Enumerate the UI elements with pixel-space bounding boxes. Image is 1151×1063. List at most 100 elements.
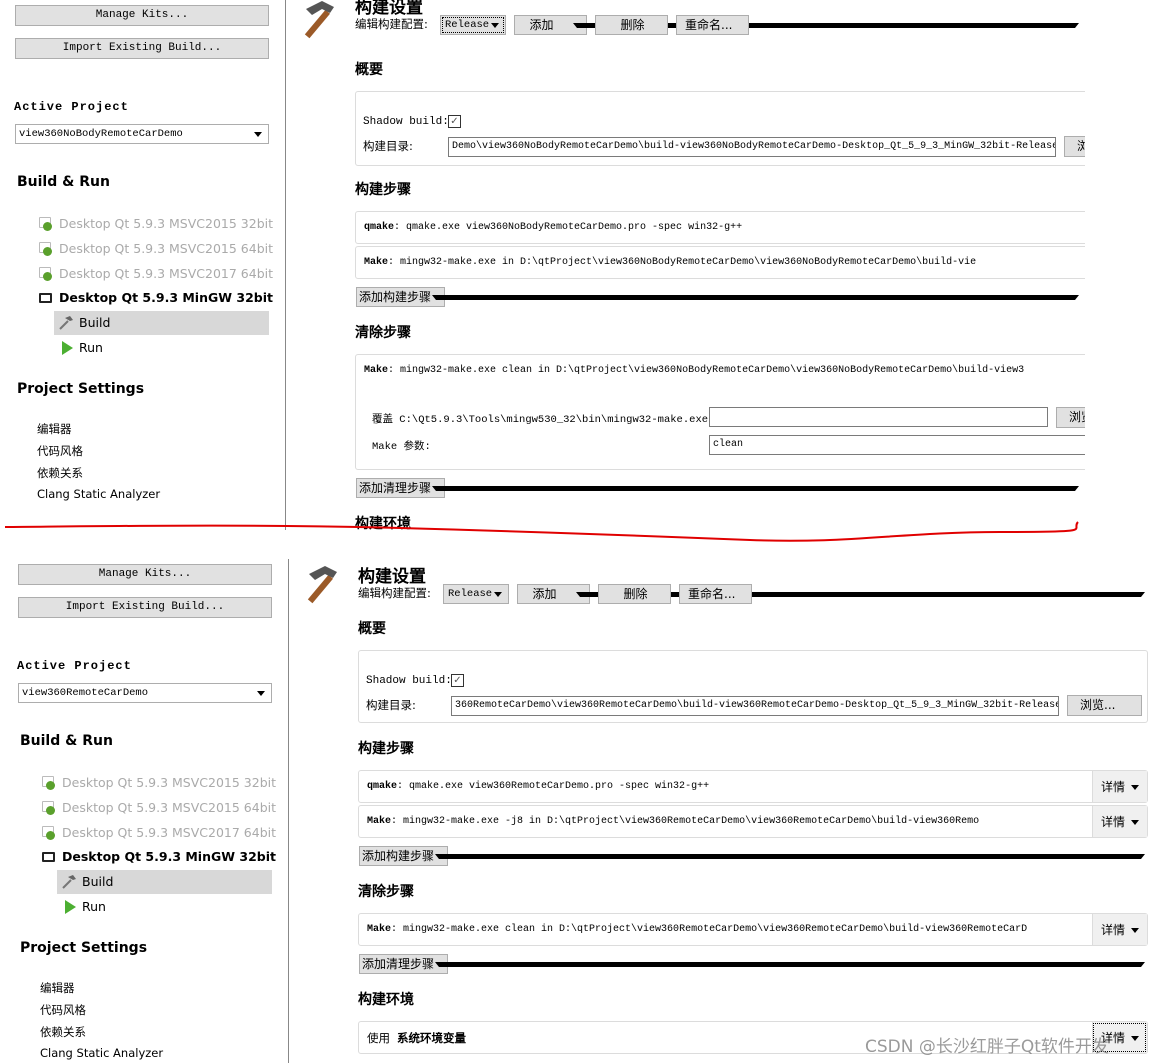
kit-add-icon xyxy=(42,826,55,840)
chevron-down-icon xyxy=(432,295,1079,300)
override-input[interactable] xyxy=(709,407,1048,427)
red-separator-line xyxy=(4,521,1079,542)
clean-step-row[interactable]: Make: mingw32-make.exe clean in D:\qtPro… xyxy=(358,913,1148,946)
build-step-row[interactable]: Make: mingw32-make.exe in D:\qtProject\v… xyxy=(355,246,1085,279)
shadow-build-label: Shadow build: xyxy=(366,675,452,687)
shadow-build-checkbox[interactable]: ✓ xyxy=(451,674,464,687)
import-build-button[interactable]: Import Existing Build... xyxy=(18,597,272,618)
clean-step-row[interactable]: Make: mingw32-make.exe clean in D:\qtPro… xyxy=(355,354,1085,470)
build-step-row[interactable]: qmake: qmake.exe view360RemoteCarDemo.pr… xyxy=(358,770,1148,803)
clean-steps-heading: 清除步骤 xyxy=(358,884,414,900)
panel-before: Manage Kits... Import Existing Build... Ac… xyxy=(0,0,1085,530)
sidebar-settings-item[interactable]: 编辑器 xyxy=(40,980,75,996)
sidebar-divider xyxy=(285,0,286,530)
kit-add-icon xyxy=(39,242,52,256)
edit-config-label: 编辑构建配置: xyxy=(358,586,431,600)
manage-kits-button[interactable]: Manage Kits... xyxy=(18,564,272,585)
build-steps-heading: 构建步骤 xyxy=(355,182,411,198)
sidebar-kit-item[interactable]: Desktop Qt 5.9.3 MSVC2017 64bit xyxy=(59,266,273,281)
sidebar-kit-item[interactable]: Desktop Qt 5.9.3 MSVC2015 64bit xyxy=(59,241,273,256)
panel-after: Manage Kits... Import Existing Build... Ac… xyxy=(3,559,1151,1063)
clean-step-name: Make xyxy=(364,365,389,376)
build-step-command: : qmake.exe view360NoBodyRemoteCarDemo.p… xyxy=(394,222,743,233)
build-step-name: Make xyxy=(367,816,392,827)
sidebar-settings-item[interactable]: 代码风格 xyxy=(40,1002,86,1018)
sidebar-kit-active[interactable]: Desktop Qt 5.9.3 MinGW 32bit xyxy=(59,290,273,305)
sidebar-settings-item[interactable]: Clang Static Analyzer xyxy=(37,487,160,501)
config-combo[interactable]: Release xyxy=(440,15,506,35)
kit-add-icon xyxy=(42,801,55,815)
overview-box: Shadow build: ✓ 构建目录: 360RemoteCarDemo\view… xyxy=(358,650,1148,723)
sidebar-divider xyxy=(288,559,289,1063)
build-step-command: : mingw32-make.exe -j8 in D:\qtProject\v… xyxy=(391,816,980,827)
make-args-input[interactable]: clean xyxy=(709,435,1085,455)
chevron-down-icon xyxy=(432,486,1079,491)
override-browse-button[interactable]: 浏览... xyxy=(1056,407,1085,428)
run-play-icon xyxy=(62,341,73,355)
active-project-value: view360NoBodyRemoteCarDemo xyxy=(19,128,183,140)
active-project-label: Active Project xyxy=(14,100,129,114)
build-step-name: qmake xyxy=(364,222,395,233)
sidebar-kit-active[interactable]: Desktop Qt 5.9.3 MinGW 32bit xyxy=(62,849,276,864)
build-step-row[interactable]: qmake: qmake.exe view360NoBodyRemoteCarD… xyxy=(355,211,1085,244)
sidebar-settings-item[interactable]: 代码风格 xyxy=(37,443,83,459)
remove-config-button[interactable]: 删除 xyxy=(598,584,671,604)
build-step-row[interactable]: Make: mingw32-make.exe -j8 in D:\qtProje… xyxy=(358,805,1148,838)
build-step-text: qmake: qmake.exe view360RemoteCarDemo.pr… xyxy=(367,781,709,792)
build-dir-input[interactable]: 360RemoteCarDemo\view360RemoteCarDemo\bu… xyxy=(451,696,1059,716)
rename-config-button[interactable]: 重命名... xyxy=(679,584,752,604)
sidebar-kit-item[interactable]: Desktop Qt 5.9.3 MSVC2017 64bit xyxy=(62,825,276,840)
rename-config-button[interactable]: 重命名... xyxy=(676,15,749,35)
make-args-label: Make 参数: xyxy=(372,441,431,453)
sidebar-settings-item[interactable]: Clang Static Analyzer xyxy=(40,1046,163,1060)
browse-button[interactable]: 浏览... xyxy=(1064,136,1085,157)
clean-step-text: Make: mingw32-make.exe clean in D:\qtPro… xyxy=(364,365,1024,376)
chevron-down-icon xyxy=(1131,820,1139,825)
monitor-icon xyxy=(42,852,55,862)
sidebar-settings-item[interactable]: 依赖关系 xyxy=(37,465,83,481)
active-project-value: view360RemoteCarDemo xyxy=(22,687,149,699)
chevron-down-icon xyxy=(257,691,265,696)
chevron-down-icon xyxy=(435,854,1145,859)
edit-config-label: 编辑构建配置: xyxy=(355,17,428,31)
chevron-down-icon xyxy=(1131,785,1139,790)
config-value: Release xyxy=(448,588,493,600)
hammer-icon xyxy=(303,564,345,611)
sidebar-item-run[interactable]: Run xyxy=(54,336,269,360)
sidebar-settings-item[interactable]: 编辑器 xyxy=(37,421,72,437)
active-project-combo[interactable]: view360NoBodyRemoteCarDemo xyxy=(15,124,269,144)
clean-step-command: : mingw32-make.exe clean in D:\qtProject… xyxy=(388,365,1025,376)
sidebar-item-build[interactable]: Build xyxy=(57,870,272,894)
sidebar-kit-item[interactable]: Desktop Qt 5.9.3 MSVC2015 64bit xyxy=(62,800,276,815)
build-dir-input[interactable]: Demo\view360NoBodyRemoteCarDemo\build-vi… xyxy=(448,137,1056,157)
overview-box: Shadow build: ✓ 构建目录: Demo\view360NoBodyRem… xyxy=(355,91,1085,166)
remove-config-button[interactable]: 删除 xyxy=(595,15,668,35)
active-project-combo[interactable]: view360RemoteCarDemo xyxy=(18,683,272,703)
env-prefix: 使用 xyxy=(367,1031,390,1045)
clean-step-text: Make: mingw32-make.exe clean in D:\qtPro… xyxy=(367,924,1027,935)
sidebar-settings-item[interactable]: 依赖关系 xyxy=(40,1024,86,1040)
build-step-name: Make xyxy=(364,257,389,268)
env-value: 系统环境变量 xyxy=(397,1031,466,1045)
build-step-text: Make: mingw32-make.exe in D:\qtProject\v… xyxy=(364,257,976,268)
shadow-build-checkbox[interactable]: ✓ xyxy=(448,115,461,128)
manage-kits-button[interactable]: Manage Kits... xyxy=(15,5,269,26)
build-steps-heading: 构建步骤 xyxy=(358,741,414,757)
import-build-button[interactable]: Import Existing Build... xyxy=(15,38,269,59)
kit-add-icon xyxy=(39,267,52,281)
sidebar-kit-item[interactable]: Desktop Qt 5.9.3 MSVC2015 32bit xyxy=(59,216,273,231)
project-settings-label: Project Settings xyxy=(17,381,145,397)
sidebar-item-run[interactable]: Run xyxy=(57,895,272,919)
active-project-label: Active Project xyxy=(17,659,132,673)
shadow-build-label: Shadow build: xyxy=(363,116,449,128)
sidebar-item-build[interactable]: Build xyxy=(54,311,269,335)
build-step-command: : mingw32-make.exe in D:\qtProject\view3… xyxy=(388,257,977,268)
build-dir-label: 构建目录: xyxy=(366,698,416,712)
chevron-down-icon xyxy=(494,592,502,597)
config-combo[interactable]: Release xyxy=(443,584,509,604)
clean-step-command: : mingw32-make.exe clean in D:\qtProject… xyxy=(391,924,1028,935)
overview-heading: 概要 xyxy=(355,62,383,78)
build-env-heading: 构建环境 xyxy=(358,992,414,1008)
browse-button[interactable]: 浏览... xyxy=(1067,695,1142,716)
sidebar-kit-item[interactable]: Desktop Qt 5.9.3 MSVC2015 32bit xyxy=(62,775,276,790)
